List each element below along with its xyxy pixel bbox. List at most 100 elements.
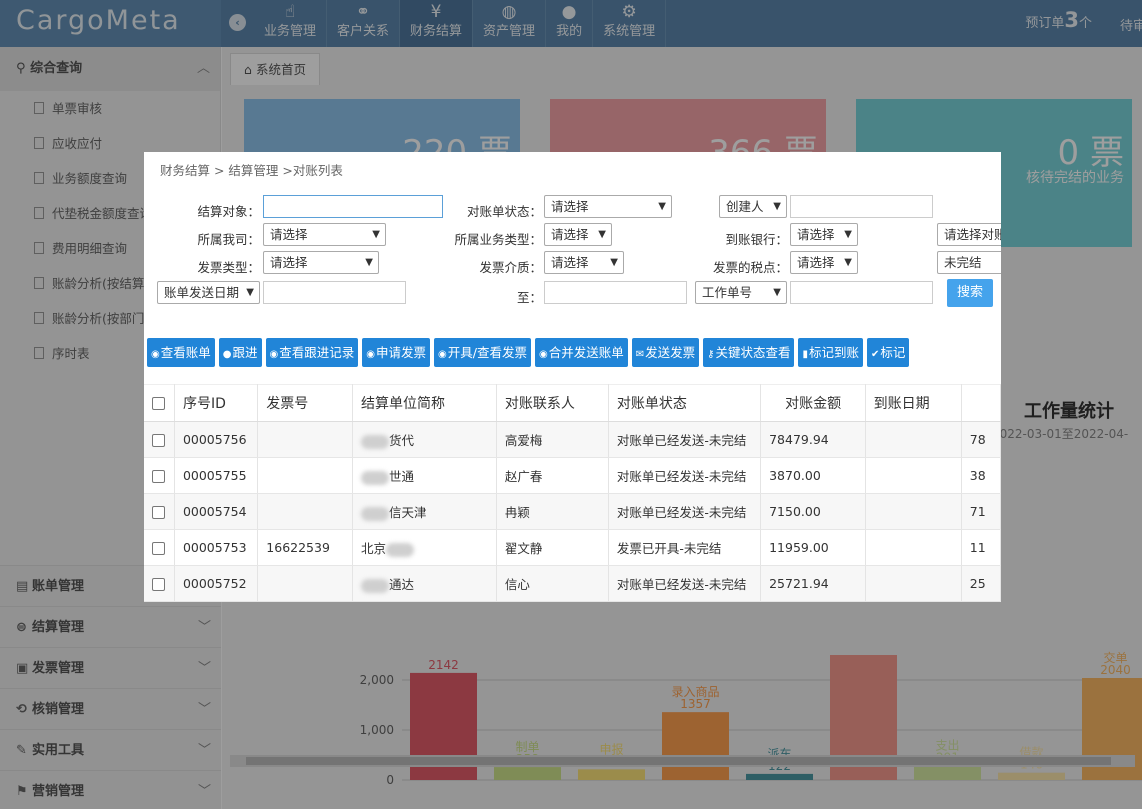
creator-input[interactable] (790, 195, 933, 218)
table-row[interactable]: 00005752 通达 信心 对账单已经发送-未完结 25721.94 25 (144, 565, 1001, 602)
cell-arrival-date (865, 493, 962, 530)
work-no-select[interactable]: 工作单号 ▼ (695, 281, 787, 304)
col-arrival-date[interactable]: 到账日期 (865, 384, 962, 422)
cell-id: 00005755 (174, 457, 259, 494)
biz-type-label: 所属业务类型： (454, 232, 542, 247)
chevron-down-icon: ▼ (844, 257, 852, 268)
cell-arrival-date (865, 457, 962, 494)
our-company-label: 所属我司： (197, 232, 260, 247)
table-row[interactable]: 00005756 货代 高爱梅 对账单已经发送-未完结 78479.94 78 (144, 421, 1001, 458)
cell-status: 发票已开具-未完结 (608, 529, 762, 566)
cell-amount: 25721.94 (760, 565, 866, 602)
statement-status-label: 对账单状态： (466, 204, 542, 219)
work-no-input[interactable] (790, 281, 933, 304)
merge-send-statement-button[interactable]: ◉合并发送账单 (534, 338, 628, 367)
send-date-select[interactable]: 账单发送日期 ▼ (157, 281, 260, 304)
cell-invoice (257, 493, 353, 530)
redacted-mark (360, 434, 389, 449)
col-extra[interactable] (961, 384, 1001, 422)
cell-invoice (257, 565, 353, 602)
creator-select[interactable]: 创建人 ▼ (719, 195, 787, 218)
our-company-select[interactable]: 请选择 ▼ (263, 223, 386, 246)
redacted-mark (360, 506, 389, 521)
mark-button[interactable]: ✔标记 (866, 338, 910, 367)
table-header: 序号ID 发票号 结算单位简称 对账联系人 对账单状态 对账金额 到账日期 (144, 384, 1001, 422)
invoice-type-select[interactable]: 请选择 ▼ (263, 251, 379, 274)
search-button[interactable]: 搜索 (947, 279, 993, 307)
invoice-tax-select[interactable]: 请选择 ▼ (790, 251, 858, 274)
row-checkbox[interactable] (152, 470, 165, 483)
select-all-checkbox[interactable] (152, 396, 165, 410)
breadcrumb: 财务结算 > 结算管理 >对账列表 (160, 163, 343, 178)
arrival-bank-label: 到账银行： (725, 232, 788, 247)
redacted-mark (360, 578, 389, 593)
cell-contact: 高爱梅 (496, 421, 609, 458)
biz-type-select[interactable]: 请选择 ▼ (544, 223, 612, 246)
cell-unit: 世通 (352, 457, 497, 494)
cell-arrival-date (865, 565, 962, 602)
cell-id: 00005753 (174, 529, 259, 566)
table-row[interactable]: 00005754 信天津 冉颖 对账单已经发送-未完结 7150.00 71 (144, 493, 1001, 530)
view-followup-records-button[interactable]: ◉查看跟进记录 (265, 338, 359, 367)
mark-received-button[interactable]: ▮标记到账 (798, 338, 863, 367)
send-date-to-input[interactable] (544, 281, 687, 304)
key-icon: ⚷ (707, 349, 715, 360)
cell-extra: 38 (961, 457, 1001, 494)
invoice-tax-label: 发票的税点： (712, 260, 788, 275)
statement-table: 序号ID 发票号 结算单位简称 对账联系人 对账单状态 对账金额 到账日期 00… (144, 384, 1001, 602)
col-unit[interactable]: 结算单位简称 (352, 384, 497, 422)
eye-icon: ◉ (438, 349, 447, 360)
cell-status: 对账单已经发送-未完结 (608, 421, 762, 458)
arrival-bank-select[interactable]: 请选择 ▼ (790, 223, 858, 246)
col-status[interactable]: 对账单状态 (608, 384, 762, 422)
select-all-cell (144, 384, 175, 422)
col-invoice[interactable]: 发票号 (257, 384, 353, 422)
settle-target-input[interactable] (263, 195, 443, 218)
invoice-medium-select[interactable]: 请选择 ▼ (544, 251, 624, 274)
cell-status: 对账单已经发送-未完结 (608, 565, 762, 602)
cell-id: 00005756 (174, 421, 259, 458)
col-contact[interactable]: 对账联系人 (496, 384, 609, 422)
statement-status-select[interactable]: 请选择 ▼ (544, 195, 672, 218)
cell-arrival-date (865, 529, 962, 566)
col-amount[interactable]: 对账金额 (760, 384, 866, 422)
row-select-cell (144, 493, 175, 530)
redacted-mark (385, 542, 414, 557)
key-status-button[interactable]: ⚷关键状态查看 (703, 338, 795, 367)
cell-invoice (257, 421, 353, 458)
completion-select[interactable]: 未完结 (937, 251, 1001, 274)
redacted-mark (360, 470, 389, 485)
chevron-down-icon: ▼ (598, 229, 606, 240)
issue-view-invoice-button[interactable]: ◉开具/查看发票 (434, 338, 531, 367)
eye-icon: ◉ (538, 349, 548, 360)
cell-contact: 赵广春 (496, 457, 609, 494)
send-date-from-input[interactable] (263, 281, 406, 304)
row-checkbox[interactable] (152, 506, 165, 519)
col-id[interactable]: 序号ID (174, 384, 259, 422)
cell-amount: 78479.94 (760, 421, 866, 458)
cell-extra: 11 (961, 529, 1001, 566)
apply-invoice-button[interactable]: ◉申请发票 (362, 338, 430, 367)
row-checkbox[interactable] (152, 542, 165, 555)
table-row[interactable]: 00005753 16622539 北京 翟文静 发票已开具-未完结 11959.00 11 (144, 529, 1001, 566)
cell-contact: 冉颖 (496, 493, 609, 530)
eye-icon: ◉ (151, 349, 160, 360)
reconcile-select[interactable]: 请选择对账 (937, 223, 1001, 246)
send-invoice-button[interactable]: ✉发送发票 (631, 338, 700, 367)
table-row[interactable]: 00005755 世通 赵广春 对账单已经发送-未完结 3870.00 38 (144, 457, 1001, 494)
view-statement-button[interactable]: ◉查看账单 (147, 338, 215, 367)
cell-unit: 通达 (352, 565, 497, 602)
envelope-icon: ✉ (635, 349, 645, 360)
chevron-down-icon: ▼ (372, 229, 380, 240)
action-toolbar: ◉查看账单 ●跟进 ◉查看跟进记录 ◉申请发票 ◉开具/查看发票 ◉合并发送账单… (147, 338, 910, 367)
invoice-medium-label: 发票介质： (479, 260, 542, 275)
chevron-down-icon: ▼ (246, 287, 254, 298)
cell-status: 对账单已经发送-未完结 (608, 457, 762, 494)
row-checkbox[interactable] (152, 434, 165, 447)
follow-up-button[interactable]: ●跟进 (218, 338, 262, 367)
cell-extra: 25 (961, 565, 1001, 602)
cell-extra: 78 (961, 421, 1001, 458)
cell-contact: 信心 (496, 565, 609, 602)
cell-unit: 货代 (352, 421, 497, 458)
row-checkbox[interactable] (152, 578, 165, 591)
